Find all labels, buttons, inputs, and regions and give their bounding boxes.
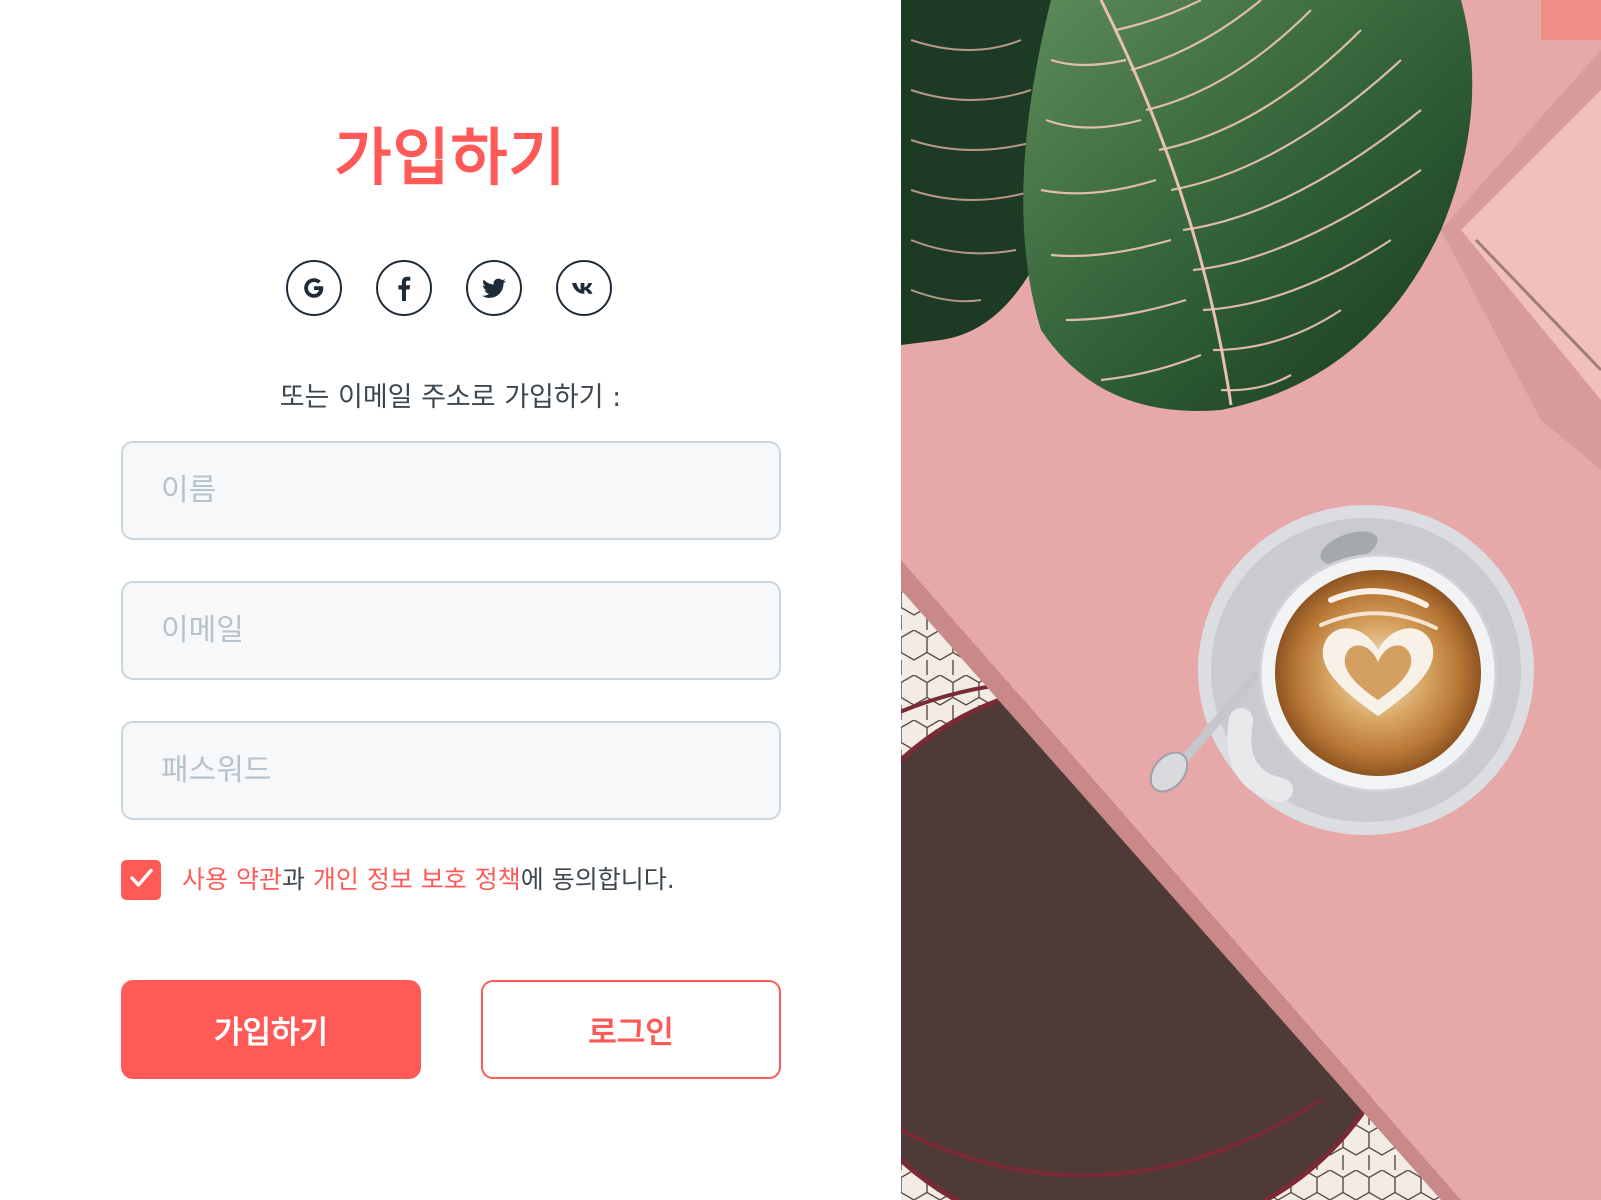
signup-button[interactable]: 가입하기 (121, 980, 421, 1079)
terms-agreement-text: 사용 약관과 개인 정보 보호 정책에 동의합니다. (182, 860, 675, 900)
name-input[interactable] (121, 441, 781, 540)
cafe-photo-illustration (901, 0, 1601, 1200)
terms-connector-text: 과 (281, 865, 313, 894)
facebook-icon (389, 273, 419, 303)
privacy-policy-link[interactable]: 개인 정보 보호 정책 (313, 865, 521, 894)
page-title: 가입하기 (334, 121, 567, 194)
terms-checkbox[interactable] (121, 860, 161, 900)
cafe-photo (901, 0, 1601, 1200)
terms-suffix-text: 에 동의합니다. (520, 865, 675, 894)
google-icon (299, 273, 329, 303)
or-email-label: 또는 이메일 주소로 가입하기 : (279, 382, 622, 413)
login-button[interactable]: 로그인 (481, 980, 781, 1079)
twitter-signup-button[interactable] (466, 260, 522, 316)
social-login-group (286, 260, 616, 322)
terms-agreement-row: 사용 약관과 개인 정보 보호 정책에 동의합니다. (121, 860, 781, 902)
google-signup-button[interactable] (286, 260, 342, 316)
email-input[interactable] (121, 581, 781, 680)
signup-form-panel: 가입하기 또는 이메일 주소로 가입하기: 이름 이메일 사용 약관과 개인 … (0, 0, 901, 1200)
terms-of-use-link[interactable]: 사용 약관 (182, 865, 282, 894)
vk-signup-button[interactable] (556, 260, 612, 316)
checkmark-icon (126, 863, 156, 897)
password-input[interactable] (121, 721, 781, 820)
twitter-icon (480, 274, 508, 302)
signup-page: 가입하기 또는 이메일 주소로 가입하기: 이름 이메일 사용 약관과 개인 … (0, 0, 1601, 1200)
vk-icon (569, 273, 599, 303)
facebook-signup-button[interactable] (376, 260, 432, 316)
